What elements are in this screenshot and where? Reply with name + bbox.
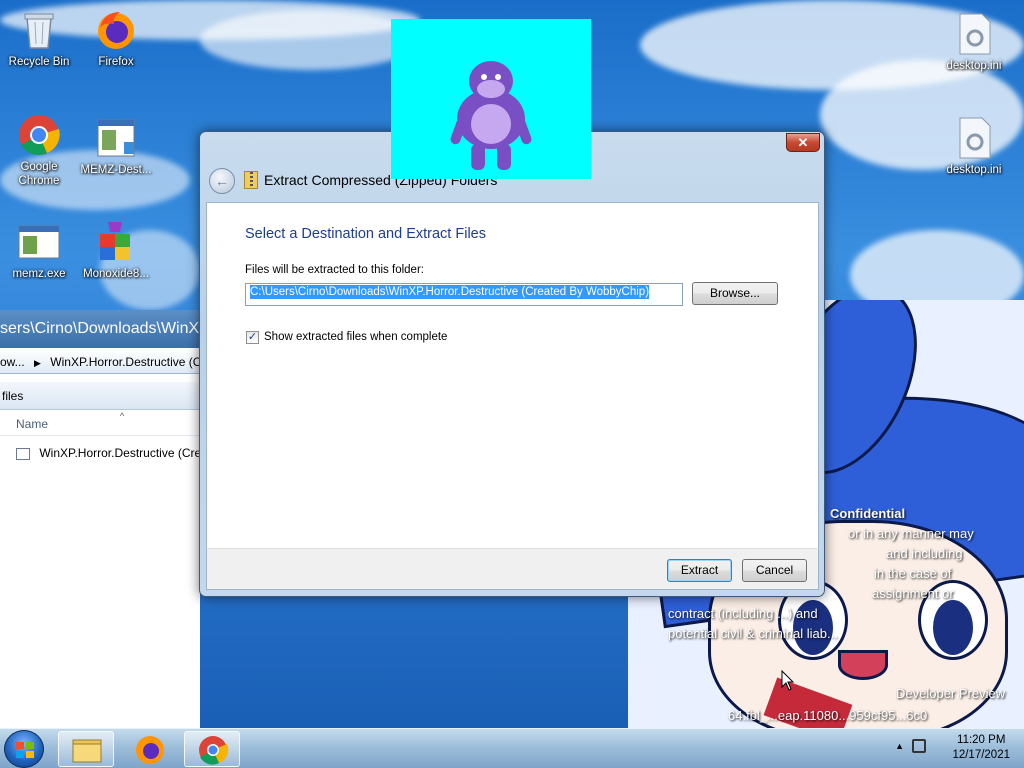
toolbar-files-item[interactable]: files — [2, 389, 23, 403]
watermark-line: assignment or — [872, 586, 954, 601]
firefox-icon — [136, 736, 164, 764]
character-iris — [933, 600, 973, 655]
clock[interactable]: 11:20 PM 12/17/2021 — [952, 733, 1010, 763]
watermark-line: potential civil & criminal liab... — [668, 626, 838, 641]
clock-time: 11:20 PM — [957, 734, 1006, 746]
browse-button[interactable]: Browse... — [692, 282, 778, 305]
desktop-icon-label: Google Chrome — [18, 161, 60, 187]
explorer-toolbar: files — [0, 382, 200, 410]
exe-icon — [17, 220, 61, 264]
ini-file-icon — [952, 12, 996, 56]
desktop-icon-label: MEMZ-Dest... — [80, 164, 152, 176]
chrome-icon — [199, 736, 229, 765]
extract-dialog[interactable]: ✕ ← Extract Compressed (Zipped) Folders … — [199, 131, 825, 597]
desktop-icon-label: desktop.ini — [946, 60, 1002, 72]
network-icon[interactable] — [912, 739, 926, 753]
taskbar: ▲ 11:20 PM 12/17/2021 — [0, 728, 1024, 768]
watermark-build: 64.fbl_...eap.11080...959cf95...6c0 — [728, 708, 928, 723]
desktop-icon-desktop-ini-2[interactable]: desktop.ini — [936, 116, 1012, 177]
desktop-icon-label: memz.exe — [12, 268, 66, 280]
breadcrumb-prefix: ow... — [0, 355, 25, 369]
dialog-footer: Extract Cancel — [206, 548, 819, 590]
explorer-breadcrumb[interactable]: ow... ▶ WinXP.Horror.Destructive (C — [0, 350, 200, 374]
watermark-line: contract (including ...) and — [668, 606, 818, 621]
desktop-icon-memz-exe[interactable]: memz.exe — [1, 220, 77, 281]
taskbar-firefox-button[interactable] — [122, 731, 178, 767]
destination-path-value: C:\Users\Cirno\Downloads\WinXP.Horror.De… — [250, 285, 650, 299]
dialog-heading: Select a Destination and Extract Files — [245, 226, 486, 242]
bonzi-buddy-window[interactable] — [391, 19, 591, 179]
desktop-icon-monoxide[interactable]: Monoxide8... — [78, 220, 154, 281]
cancel-button[interactable]: Cancel — [742, 559, 807, 582]
watermark-line: in the case of — [874, 566, 952, 581]
character-mouth — [838, 650, 888, 680]
sort-caret-icon: ^ — [120, 411, 125, 421]
desktop-icon-label: desktop.ini — [946, 164, 1002, 176]
dialog-content: Select a Destination and Extract Files F… — [206, 202, 819, 548]
taskbar-explorer-button[interactable] — [58, 731, 114, 767]
start-button[interactable] — [4, 730, 44, 768]
breadcrumb-folder[interactable]: WinXP.Horror.Destructive (C — [50, 355, 200, 369]
zip-folder-icon — [244, 171, 258, 189]
folder-icon — [72, 739, 102, 763]
desktop-icon-label: Recycle Bin — [8, 56, 70, 68]
chrome-icon — [17, 113, 61, 157]
desktop-icon-chrome[interactable]: Google Chrome — [1, 113, 77, 188]
bonzi-gorilla-icon — [450, 61, 532, 170]
close-button[interactable]: ✕ — [786, 133, 820, 152]
mouse-cursor-icon — [781, 669, 795, 695]
explorer-address-bar[interactable]: sers\Cirno\Downloads\WinXP.H — [0, 310, 200, 348]
column-header-name[interactable]: Name ^ — [0, 411, 200, 436]
watermark-line: or in any manner may — [848, 526, 974, 541]
extract-button[interactable]: Extract — [667, 559, 732, 582]
desktop-icon-recycle-bin[interactable]: Recycle Bin — [1, 8, 77, 69]
desktop-icon-label: Monoxide8... — [83, 268, 149, 280]
column-header-label: Name — [16, 417, 49, 431]
watermark-line: Confidential — [830, 506, 906, 521]
file-icon — [16, 447, 30, 460]
watermark-build: Developer Preview — [896, 686, 1006, 701]
show-files-checkbox[interactable]: ✓ — [246, 331, 259, 344]
taskbar-chrome-button[interactable] — [184, 731, 240, 767]
explorer-window[interactable]: sers\Cirno\Downloads\WinXP.H ow... ▶ Win… — [0, 310, 200, 728]
watermark-line: and including — [886, 546, 963, 561]
memz-shortcut-icon — [94, 116, 138, 160]
windows-logo-icon — [16, 742, 34, 758]
breadcrumb-arrow-icon: ▶ — [34, 358, 41, 368]
back-arrow-icon[interactable]: ← — [209, 168, 235, 194]
show-files-label[interactable]: Show extracted files when complete — [264, 331, 447, 343]
desktop-icon-memz-dest[interactable]: MEMZ-Dest... — [78, 116, 154, 177]
file-name: WinXP.Horror.Destructive (Cre — [39, 446, 200, 460]
recycle-bin-icon — [17, 8, 61, 52]
monoxide-installer-icon — [94, 220, 138, 264]
ini-file-icon — [952, 116, 996, 160]
file-row[interactable]: WinXP.Horror.Destructive (Cre — [16, 444, 200, 462]
clock-date: 12/17/2021 — [952, 749, 1010, 761]
desktop-icon-desktop-ini-1[interactable]: desktop.ini — [936, 12, 1012, 73]
desktop-icon-firefox[interactable]: Firefox — [78, 8, 154, 69]
firefox-icon — [94, 8, 138, 52]
cloud — [200, 10, 420, 70]
destination-path-input[interactable]: C:\Users\Cirno\Downloads\WinXP.Horror.De… — [245, 283, 683, 306]
show-hidden-icons-arrow[interactable]: ▲ — [895, 741, 904, 751]
desktop-icon-label: Firefox — [98, 56, 134, 68]
destination-label: Files will be extracted to this folder: — [245, 264, 424, 276]
